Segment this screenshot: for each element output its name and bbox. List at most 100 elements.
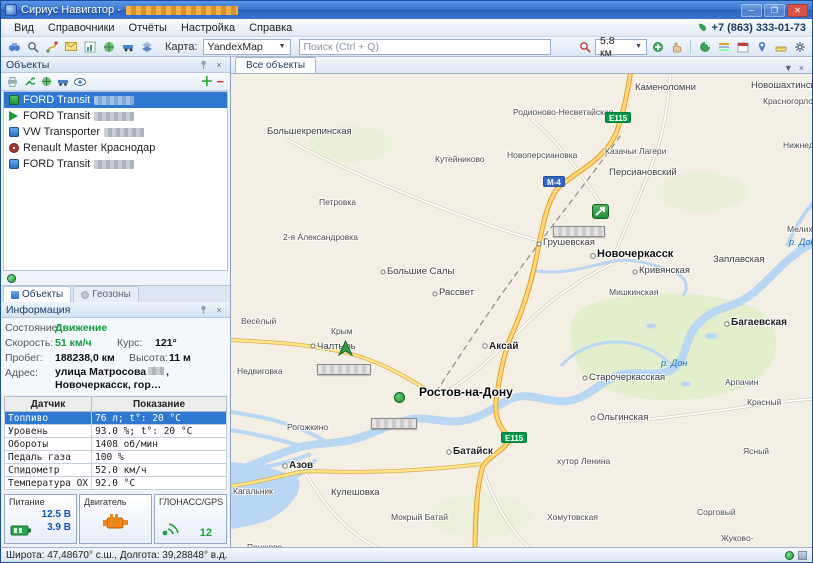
gnss-gauge: ГЛОНАСС/GPS 12 (154, 494, 227, 544)
binoculars-icon[interactable] (5, 39, 22, 55)
printer-icon[interactable] (5, 75, 19, 88)
map-label: Ясный (743, 446, 769, 456)
power-voltage-main: 12.5 В (42, 508, 71, 521)
sensor-row[interactable]: Педаль газа100 % (5, 451, 227, 464)
vehicle-map-label[interactable] (317, 364, 371, 375)
object-row[interactable]: Renault Master Краснодар (4, 140, 227, 156)
object-label: FORD Transit (23, 110, 90, 122)
object-row[interactable]: FORD Transit (4, 156, 227, 172)
sensor-row[interactable]: Обороты1408 об/мин (5, 438, 227, 451)
objects-panel-header: Объекты × (1, 57, 230, 73)
menu-spravochniki[interactable]: Справочники (41, 21, 122, 35)
remove-object-button[interactable]: − (216, 75, 224, 88)
map-select-label: Карта: (165, 41, 198, 53)
map-label: Каменоломни (635, 82, 696, 93)
map-pin-icon[interactable] (753, 39, 770, 55)
map-label: Красногорловка (763, 96, 812, 106)
menu-nastroyka[interactable]: Настройка (174, 21, 242, 35)
redacted-text (104, 128, 144, 137)
object-label: FORD Transit (23, 158, 90, 170)
menu-spravka[interactable]: Справка (242, 21, 299, 35)
zoom-scale-select[interactable]: 5.8 км ▼ (595, 39, 647, 55)
measure-icon[interactable] (772, 39, 789, 55)
pin-icon[interactable] (197, 59, 209, 71)
map-label: 2-я Александровка (283, 232, 358, 242)
sensor-table: Датчик Показание Топливо76 л; t°: 20 °CУ… (4, 396, 227, 490)
map-label: Кагальник (233, 486, 273, 496)
mileage-label: Пробег: (5, 351, 55, 366)
phone-icon (697, 22, 708, 33)
object-row[interactable]: FORD Transit (4, 92, 227, 108)
map-label: р. Дон (789, 237, 812, 247)
find-on-map-icon[interactable] (576, 39, 593, 55)
map-label: Большекрепинская (267, 126, 352, 137)
panel-tabs: Объекты Геозоны (1, 285, 230, 302)
menu-bar: Вид Справочники Отчёты Настройка Справка… (1, 19, 812, 37)
map-tab-label: Все объекты (246, 60, 305, 71)
map-label: Пешково (247, 542, 282, 547)
vehicle-map-label[interactable] (371, 418, 417, 429)
map-label: Старочеркасская (589, 372, 665, 383)
map-label: Жуково- (721, 533, 754, 543)
eye-icon[interactable] (73, 75, 87, 88)
mail-icon[interactable] (62, 39, 79, 55)
resize-grip-icon[interactable] (798, 551, 807, 560)
globe-icon[interactable] (39, 75, 53, 88)
map-select[interactable]: YandexMap ▼ (203, 39, 291, 55)
map-canvas[interactable]: КаменоломниНовошахтинскийКрасногорловкаР… (231, 74, 812, 547)
sensor-row[interactable]: Температура ОХ92.0 °C (5, 477, 227, 490)
road-badge: Е115 (605, 112, 631, 123)
map-label: Рогожкино (287, 422, 328, 432)
chevron-down-icon[interactable]: ▼ (784, 63, 793, 73)
sensor-row[interactable]: Уровень93.0 %; t°: 20 °C (5, 425, 227, 438)
engine-icon (102, 511, 130, 531)
sensor-row[interactable]: Топливо76 л; t°: 20 °C (5, 412, 227, 425)
gnss-satellite-count: 12 (200, 527, 212, 539)
object-row[interactable]: VW Transporter (4, 124, 227, 140)
map-tab-bar: Все объекты ▼ × (231, 57, 812, 74)
map-label: Весёлый (241, 316, 276, 326)
magnifier-icon[interactable] (24, 39, 41, 55)
route-icon[interactable] (43, 39, 60, 55)
vehicle-marker-rostov[interactable] (394, 392, 405, 403)
legend-icon[interactable] (715, 39, 732, 55)
wheel-red-icon (9, 143, 19, 153)
globe-icon[interactable] (100, 39, 117, 55)
app-icon (5, 4, 17, 16)
menu-otchety[interactable]: Отчёты (122, 21, 174, 35)
report-icon[interactable] (81, 39, 98, 55)
close-button[interactable]: ✕ (787, 4, 808, 17)
car-icon[interactable] (56, 75, 70, 88)
layers-icon[interactable] (138, 39, 155, 55)
wrench-icon[interactable] (22, 75, 36, 88)
maximize-button[interactable]: ❐ (764, 4, 785, 17)
add-object-button[interactable]: ＋ (200, 75, 213, 88)
tab-objects[interactable]: Объекты (3, 286, 71, 302)
close-icon[interactable]: × (213, 59, 225, 71)
vehicle-marker-chaltyr[interactable] (337, 340, 354, 357)
minimize-button[interactable]: ─ (741, 4, 762, 17)
menu-vid[interactable]: Вид (7, 21, 41, 35)
state-label: Состояние: (5, 321, 55, 336)
engine-label: Двигатель (84, 497, 126, 507)
sensor-row[interactable]: Спидометр52.0 км/ч (5, 464, 227, 477)
settings-icon[interactable] (791, 39, 808, 55)
search-input[interactable] (299, 39, 551, 55)
zoom-in-icon[interactable] (649, 39, 666, 55)
tab-geozones[interactable]: Геозоны (73, 286, 139, 302)
calendar-icon[interactable] (734, 39, 751, 55)
map-label: Хомутовская (547, 512, 598, 522)
traffic-icon[interactable] (696, 39, 713, 55)
map-select-value: YandexMap (208, 41, 263, 53)
object-row[interactable]: FORD Transit (4, 108, 227, 124)
pin-icon[interactable] (197, 304, 209, 316)
map-tab-all-objects[interactable]: Все объекты (235, 57, 316, 73)
vehicle-icon[interactable] (119, 39, 136, 55)
vehicle-marker-novocherkassk[interactable] (592, 204, 609, 219)
pan-hand-icon[interactable] (668, 39, 685, 55)
sensor-col-value: Показание (92, 397, 227, 412)
close-icon[interactable]: × (799, 63, 804, 73)
chevron-down-icon: ▼ (279, 43, 286, 50)
close-icon[interactable]: × (213, 304, 225, 316)
vehicle-map-label[interactable] (553, 226, 605, 237)
